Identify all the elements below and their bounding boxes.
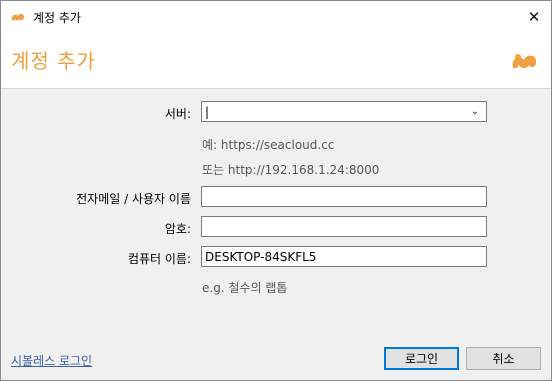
dialog-heading: 계정 추가	[11, 49, 96, 73]
chevron-down-icon[interactable]: ⌄	[467, 106, 483, 117]
seafile-logo-icon	[510, 47, 540, 74]
server-input[interactable]: |	[205, 105, 467, 119]
password-field[interactable]	[201, 216, 487, 237]
server-label: 서버:	[164, 107, 191, 121]
email-field[interactable]	[201, 186, 487, 207]
computer-name-field[interactable]	[201, 246, 487, 267]
server-hint-alternative: 또는 http://192.168.1.24:8000	[202, 163, 380, 177]
seafile-icon	[10, 9, 26, 26]
cancel-button[interactable]: 취소	[466, 347, 541, 370]
server-hint-example: 예: https://seacloud.cc	[202, 138, 335, 152]
login-button[interactable]: 로그인	[384, 347, 459, 370]
shibboleth-login-link[interactable]: 시볼레스 로그인	[11, 352, 92, 369]
computer-name-hint: e.g. 철수의 랩톱	[202, 281, 288, 295]
computer-name-label: 컴퓨터 이름:	[127, 252, 191, 266]
add-account-dialog: 계정 추가 ✕ 계정 추가 서버: | ⌄ 예: https://seaclou…	[0, 0, 552, 381]
password-label: 암호:	[164, 222, 191, 236]
title-bar: 계정 추가 ✕	[1, 1, 551, 32]
close-button[interactable]: ✕	[517, 1, 551, 32]
server-combobox[interactable]: | ⌄	[201, 101, 487, 122]
dialog-header: 계정 추가	[1, 32, 551, 89]
email-label: 전자메일 / 사용자 이름	[76, 192, 191, 206]
window-title: 계정 추가	[33, 11, 81, 25]
